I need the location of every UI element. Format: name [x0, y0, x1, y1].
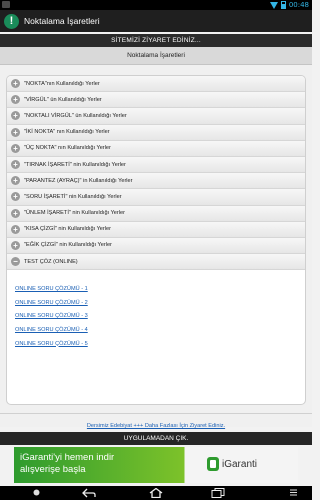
- page-subheader: Noktalama İşaretleri: [0, 47, 312, 65]
- system-navigation-bar: [0, 486, 312, 500]
- accordion-item-label: "PARANTEZ (AYRAÇ)" in Kullanıldığı Yerle…: [24, 177, 133, 184]
- quiz-link[interactable]: ONLINE SORU ÇÖZÜMÜ - 2: [15, 298, 305, 312]
- visit-website-banner[interactable]: SİTEMİZİ ZİYARET EDİNİZ...: [0, 34, 312, 47]
- accordion-item-label: "SORU İŞARETİ" nin Kullanıldığı Yerler: [24, 193, 122, 200]
- status-right-group: 00:48: [269, 0, 309, 10]
- accordion-item[interactable]: + "EĞİK ÇİZGİ" nin Kullanıldığı Yerler: [7, 237, 305, 255]
- accordion-item-label: "VİRGÜL" ün Kullanıldığı Yerler: [24, 96, 102, 103]
- app-logo-icon[interactable]: [4, 13, 19, 29]
- accordion-item-label: "KISA ÇİZGİ" nin Kullanıldığı Yerler: [24, 226, 111, 233]
- accordion-item[interactable]: + "NOKTA"nın Kullanıldığı Yerler: [7, 76, 305, 93]
- accordion-item[interactable]: + "ÜNLEM İŞARETİ" nin Kullanıldığı Yerler: [7, 205, 305, 222]
- quiz-link[interactable]: ONLINE SORU ÇÖZÜMÜ - 1: [15, 284, 305, 298]
- accordion-item[interactable]: + "İKİ NOKTA" nın Kullanıldığı Yerler: [7, 124, 305, 141]
- plus-icon: +: [11, 160, 20, 170]
- plus-icon: +: [11, 127, 20, 137]
- ad-brand-logo: iGaranti: [206, 456, 257, 472]
- wifi-icon: [269, 1, 278, 9]
- accordion-item[interactable]: + "KISA ÇİZGİ" nin Kullanıldığı Yerler: [7, 221, 305, 238]
- status-bar: 00:48: [0, 0, 312, 10]
- accordion-item-label: "TIRNAK İŞARETİ" nin Kullanıldığı Yerler: [24, 161, 126, 168]
- quiz-link[interactable]: ONLINE SORU ÇÖZÜMÜ - 3: [15, 311, 305, 325]
- ad-banner[interactable]: iGaranti'yi hemen indir alışverişe başla…: [14, 447, 298, 483]
- accordion-item-label: TEST ÇÖZ (ONLINE): [24, 258, 78, 265]
- minus-icon: −: [11, 257, 20, 267]
- accordion-item[interactable]: + "VİRGÜL" ün Kullanıldığı Yerler: [7, 92, 305, 109]
- plus-icon: +: [11, 176, 20, 186]
- menu-icon[interactable]: [290, 489, 297, 496]
- ad-line-1: iGaranti'yi hemen indir: [20, 452, 115, 463]
- action-bar: Noktalama İşaretleri: [0, 10, 312, 32]
- ad-text: iGaranti'yi hemen indir alışverişe başla: [20, 452, 114, 476]
- camera-icon: [33, 489, 40, 496]
- accordion-item-label: "NOKTA"nın Kullanıldığı Yerler: [24, 80, 100, 87]
- accordion-item-label: "ÜÇ NOKTA" nın Kullanıldığı Yerler: [24, 145, 111, 152]
- notification-icon: [2, 1, 10, 8]
- quiz-links-list: ONLINE SORU ÇÖZÜMÜ - 1 ONLINE SORU ÇÖZÜMÜ…: [7, 270, 305, 352]
- plus-icon: +: [11, 95, 20, 105]
- accordion-item[interactable]: + "NOKTALI VİRGÜL" ün Kullanıldığı Yerler: [7, 108, 305, 125]
- plus-icon: +: [11, 240, 20, 250]
- battery-icon: [280, 1, 286, 9]
- ad-line-2: alışverişe başla: [20, 464, 86, 475]
- main-content: Noktalama İşaretleri + "NOKTA"nın Kullanı…: [0, 47, 312, 429]
- plus-icon: +: [11, 208, 20, 218]
- accordion-item-label: "ÜNLEM İŞARETİ" nin Kullanıldığı Yerler: [24, 210, 125, 217]
- back-icon[interactable]: [82, 488, 96, 498]
- quiz-link[interactable]: ONLINE SORU ÇÖZÜMÜ - 5: [15, 339, 305, 353]
- status-time: 00:48: [288, 1, 309, 9]
- accordion-panel: + "NOKTA"nın Kullanıldığı Yerler + "VİRGÜL"…: [6, 75, 306, 405]
- accordion-item[interactable]: + "TIRNAK İŞARETİ" nin Kullanıldığı Yerle…: [7, 156, 305, 174]
- garanti-logo-icon: [207, 457, 219, 471]
- plus-icon: +: [11, 192, 20, 202]
- footer-link-container: Dersimiz Edebiyat +++ Daha Fazlası İçin …: [0, 413, 312, 429]
- accordion-item[interactable]: − TEST ÇÖZ (ONLINE): [7, 254, 305, 271]
- accordion-item[interactable]: + "ÜÇ NOKTA" nın Kullanıldığı Yerler: [7, 140, 305, 157]
- accordion-item-label: "NOKTALI VİRGÜL" ün Kullanıldığı Yerler: [24, 112, 127, 119]
- accordion-list: + "NOKTA"nın Kullanıldığı Yerler + "VİRGÜL"…: [7, 76, 305, 271]
- footer-website-link[interactable]: Dersimiz Edebiyat +++ Daha Fazlası İçin …: [87, 423, 225, 429]
- accordion-item[interactable]: + "SORU İŞARETİ" nin Kullanıldığı Yerler: [7, 189, 305, 206]
- app-title: Noktalama İşaretleri: [24, 16, 100, 26]
- plus-icon: +: [11, 111, 20, 121]
- accordion-item[interactable]: + "PARANTEZ (AYRAÇ)" in Kullanıldığı Yerl…: [7, 173, 305, 190]
- exit-app-button[interactable]: UYGULAMADAN ÇIK.: [0, 432, 312, 445]
- plus-icon: +: [11, 79, 20, 89]
- ad-brand-name: iGaranti: [222, 458, 258, 470]
- accordion-item-label: "EĞİK ÇİZGİ" nin Kullanıldığı Yerler: [24, 242, 112, 249]
- recent-apps-icon[interactable]: [211, 488, 225, 498]
- plus-icon: +: [11, 224, 20, 234]
- plus-icon: +: [11, 143, 20, 153]
- quiz-link[interactable]: ONLINE SORU ÇÖZÜMÜ - 4: [15, 325, 305, 339]
- accordion-item-label: "İKİ NOKTA" nın Kullanıldığı Yerler: [24, 129, 110, 136]
- home-icon[interactable]: [149, 488, 163, 498]
